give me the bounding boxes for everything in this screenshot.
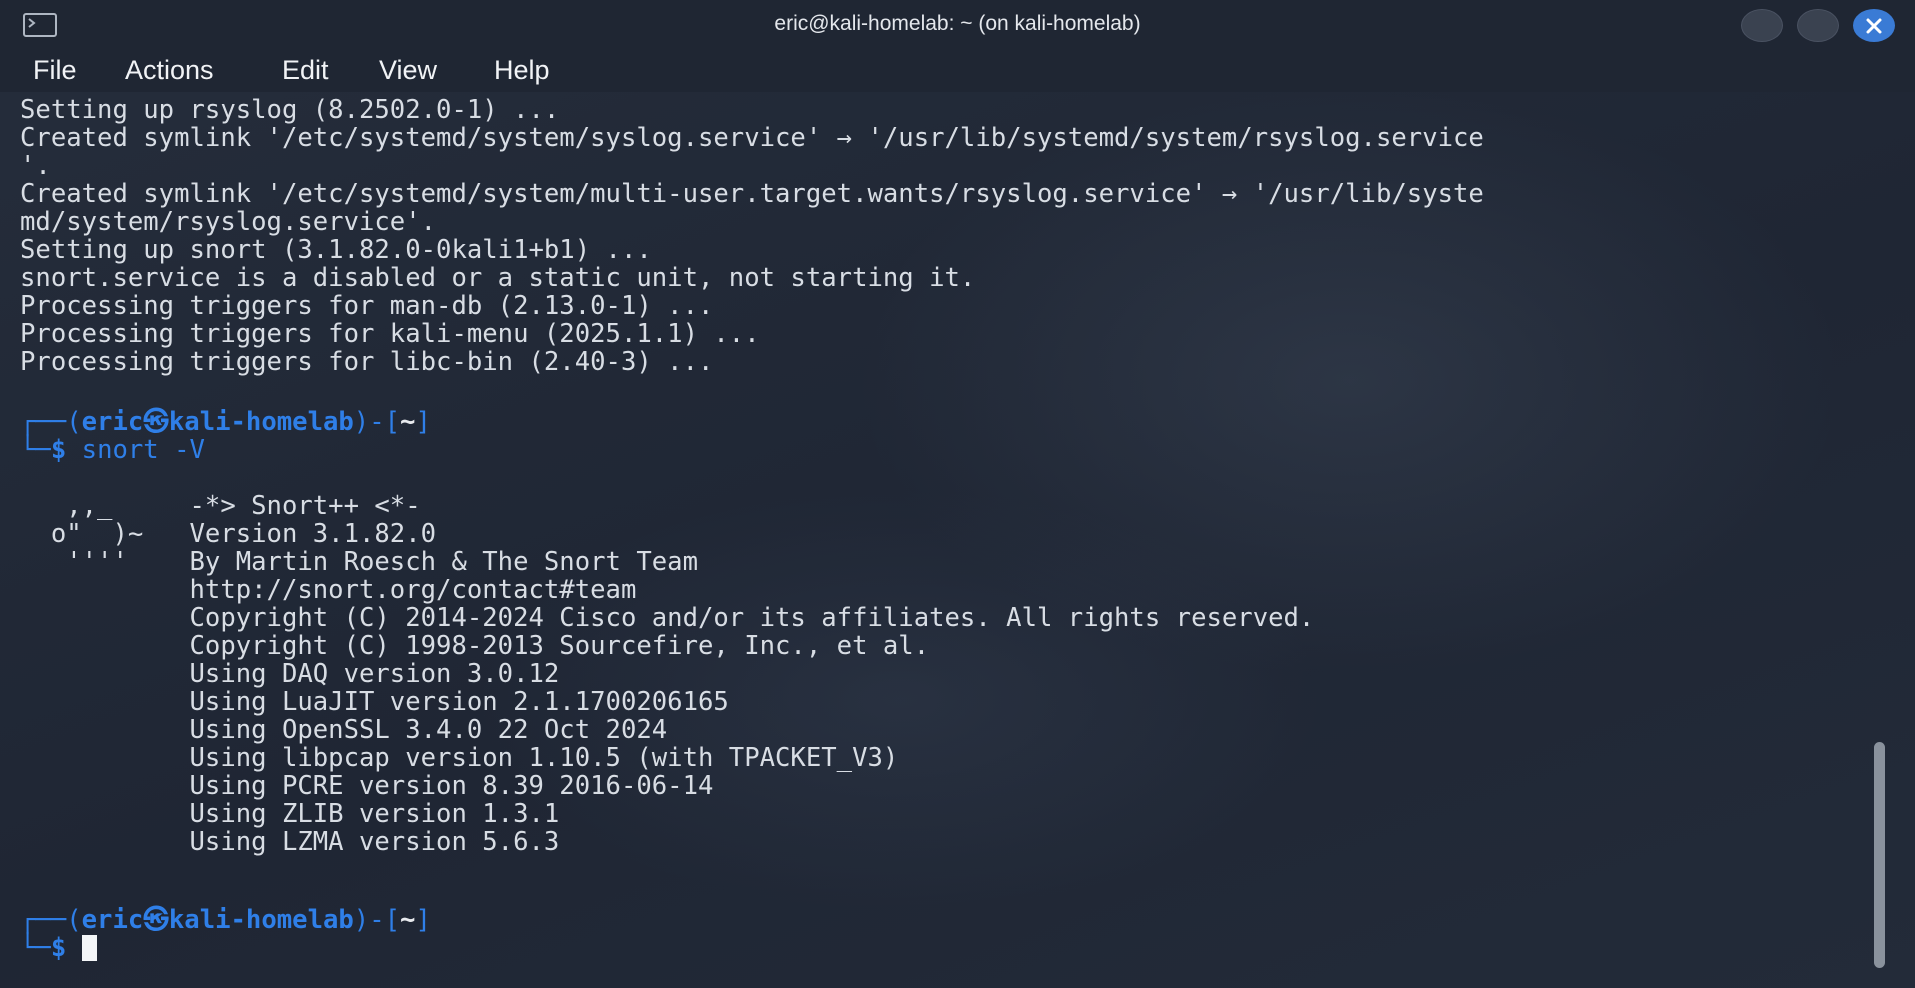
banner-line: Using PCRE version 8.39 2016-06-14 [20,771,714,801]
close-button[interactable] [1853,9,1895,42]
banner-line: ,,_ -*> Snort++ <*- [20,491,421,521]
prompt-frame: └─ [20,933,51,963]
banner-line: '''' By Martin Roesch & The Snort Team [20,547,698,577]
prompt-host: kali-homelab [168,407,354,437]
title-bar[interactable]: eric@kali-homelab: ~ (on kali-homelab) [0,0,1915,50]
banner-line: http://snort.org/contact#team [20,575,637,605]
prompt-dollar: $ [50,933,67,963]
banner-line: Copyright (C) 2014-2024 Cisco and/or its… [20,603,1315,633]
output-line: Setting up snort (3.1.82.0-0kali1+b1) ..… [20,235,652,265]
window-title: eric@kali-homelab: ~ (on kali-homelab) [774,12,1141,35]
banner-line: o" )~ Version 3.1.82.0 [20,519,437,549]
output-line: Setting up rsyslog (8.2502.0-1) ... [20,95,560,125]
minimize-button[interactable] [1741,9,1783,42]
prompt-cwd: ~ [400,407,416,437]
banner-line: Copyright (C) 1998-2013 Sourcefire, Inc.… [20,631,930,661]
prompt-at: ㉿ [143,905,169,935]
prompt-frame: └─ [20,435,51,465]
menu-file[interactable]: File [33,55,77,86]
output-line: snort.service is a disabled or a static … [20,263,976,293]
menu-bar: File Actions Edit View Help [0,50,1915,92]
output-line: Processing triggers for libc-bin (2.40-3… [20,347,714,377]
prompt-command-line: └─$ snort -V [20,436,205,464]
scrollbar-thumb[interactable] [1874,742,1885,968]
prompt-frame: ┌──( [20,905,82,935]
prompt-dollar: $ [50,435,67,465]
output-line: Processing triggers for kali-menu (2025.… [20,319,760,349]
maximize-button[interactable] [1797,9,1839,42]
prompt-frame: )-[ [353,407,401,437]
menu-help[interactable]: Help [494,55,550,86]
output-line: md/system/rsyslog.service'. [20,207,437,237]
prompt-frame: ] [415,407,431,437]
banner-line: Using LuaJIT version 2.1.1700206165 [20,687,729,717]
menu-edit[interactable]: Edit [282,55,329,86]
prompt-user: eric [81,407,144,437]
prompt-frame: ┌──( [20,407,82,437]
text-cursor [81,935,97,961]
prompt-header: ┌──(eric㉿kali-homelab)-[~] [20,408,431,436]
prompt-user: eric [81,905,144,935]
banner-line: Using ZLIB version 1.3.1 [20,799,560,829]
banner-line: Using OpenSSL 3.4.0 22 Oct 2024 [20,715,668,745]
banner-line: Using LZMA version 5.6.3 [20,827,560,857]
banner-line: Using libpcap version 1.10.5 (with TPACK… [20,743,899,773]
output-line: '. [20,151,51,181]
prompt-frame: )-[ [353,905,401,935]
prompt-cwd: ~ [400,905,416,935]
output-line: Processing triggers for man-db (2.13.0-1… [20,291,714,321]
prompt-input-line[interactable]: └─$ [20,934,97,962]
prompt-host: kali-homelab [168,905,354,935]
prompt-at: ㉿ [143,407,169,437]
prompt-header: ┌──(eric㉿kali-homelab)-[~] [20,906,431,934]
output-line: Created symlink '/etc/systemd/system/mul… [20,179,1484,209]
banner-line: Using DAQ version 3.0.12 [20,659,560,689]
output-line: Created symlink '/etc/systemd/system/sys… [20,123,1484,153]
prompt-frame: ] [415,905,431,935]
close-icon [1866,18,1882,34]
terminal-window: eric@kali-homelab: ~ (on kali-homelab) F… [0,0,1915,988]
menu-actions[interactable]: Actions [125,55,214,86]
command-text: snort -V [66,435,205,465]
menu-view[interactable]: View [379,55,437,86]
